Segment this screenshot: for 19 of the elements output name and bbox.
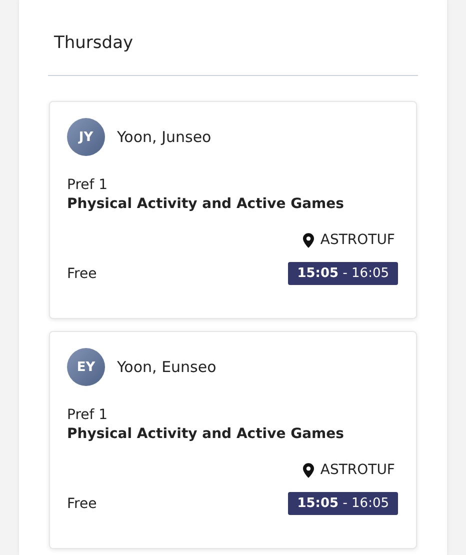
- time-badge: 15:05 - 16:05: [288, 492, 398, 515]
- activity-title: Physical Activity and Active Games: [67, 426, 345, 442]
- child-name: Yoon, Eunseo: [117, 358, 216, 376]
- preference-label: Pref 1: [67, 407, 109, 423]
- map-pin-icon: [303, 462, 314, 478]
- day-heading: Thursday: [54, 33, 134, 53]
- preference-label: Pref 1: [67, 177, 109, 193]
- avatar: EY: [67, 348, 105, 386]
- time-badge: 15:05 - 16:05: [288, 262, 398, 285]
- activity-title: Physical Activity and Active Games: [67, 196, 345, 212]
- map-pin-icon: [303, 232, 314, 248]
- booking-card[interactable]: JY Yoon, Junseo Pref 1 Physical Activity and Active Games ASTROTUF Free 15:05 - 16:05: [49, 101, 417, 319]
- location-label: ASTROTUF: [320, 462, 395, 478]
- price-label: Free: [67, 266, 97, 282]
- child-name: Yoon, Junseo: [117, 128, 212, 146]
- location-label: ASTROTUF: [320, 232, 395, 248]
- booking-card[interactable]: EY Yoon, Eunseo Pref 1 Physical Activity and Active Games ASTROTUF Free 15:05 - 16:05: [49, 331, 417, 549]
- avatar: JY: [67, 118, 105, 156]
- price-label: Free: [67, 496, 97, 512]
